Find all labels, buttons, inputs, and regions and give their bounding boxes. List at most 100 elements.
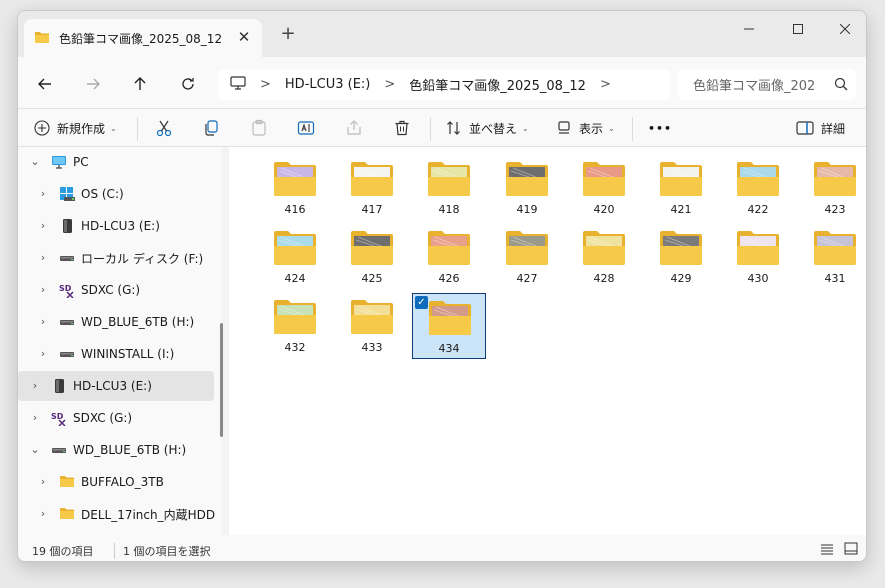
tab-close-icon[interactable]: ✕ (236, 29, 252, 45)
folder-thumbnail-icon (506, 162, 548, 196)
minimize-button[interactable] (726, 15, 772, 43)
sidebar-item-hd-lcu3[interactable]: › HD-LCU3 (E:) (18, 211, 214, 241)
up-arrow-icon (134, 77, 146, 90)
chevron-down-icon[interactable]: ⌄ (30, 444, 40, 455)
folder-item[interactable]: 428 (567, 224, 641, 290)
folder-thumbnail-icon (351, 300, 393, 334)
folder-item[interactable]: 427 (490, 224, 564, 290)
rename-icon (297, 121, 315, 135)
folder-name: 422 (747, 203, 769, 216)
folder-item[interactable]: 420 (567, 155, 641, 221)
chevron-right-icon[interactable]: › (38, 508, 48, 519)
drive-icon (51, 442, 67, 458)
more-options-icon: ••• (648, 121, 673, 135)
search-box[interactable]: 色鉛筆コマ画像_202 (678, 69, 856, 100)
rename-button[interactable] (297, 113, 315, 143)
copy-button[interactable] (202, 113, 220, 143)
folder-name: 427 (516, 272, 538, 285)
folder-thumbnail-icon (274, 300, 316, 334)
folder-name: 417 (361, 203, 383, 216)
delete-button[interactable] (393, 113, 411, 143)
chevron-right-icon[interactable]: › (38, 316, 48, 327)
selection-checkbox[interactable]: ✓ (415, 296, 428, 309)
sidebar-scrollbar[interactable] (220, 323, 223, 437)
selection-count: 1 個の項目を選択 (114, 543, 211, 559)
breadcrumb-folder[interactable]: 色鉛筆コマ画像_2025_08_12 (409, 75, 586, 94)
chevron-right-icon[interactable]: › (38, 284, 48, 295)
sidebar-item-os-c[interactable]: › OS (C:) (18, 179, 214, 209)
sort-arrows-icon (447, 121, 460, 135)
list-view-icon (821, 544, 833, 555)
breadcrumb-drive[interactable]: HD-LCU3 (E:) (285, 77, 370, 92)
folder-item[interactable]: 421 (644, 155, 718, 221)
more-options-button[interactable]: ••• (648, 113, 672, 143)
tab-current-folder[interactable]: 色鉛筆コマ画像_2025_08_12 ✕ (24, 19, 262, 57)
sort-button[interactable]: 並べ替え ⌄ (446, 113, 529, 143)
folder-item[interactable]: 417 (335, 155, 409, 221)
view-icon (558, 121, 570, 134)
sidebar-item-sdxc-root[interactable]: › SD SDXC (G:) (18, 403, 214, 433)
folder-item[interactable]: 431 (798, 224, 866, 290)
folder-item[interactable]: 429 (644, 224, 718, 290)
folder-thumbnail-icon (428, 231, 470, 265)
folder-item[interactable]: 418 (412, 155, 486, 221)
chevron-right-icon[interactable]: › (38, 220, 48, 231)
refresh-button[interactable] (173, 69, 203, 99)
sidebar-item-hd-lcu3-root[interactable]: › HD-LCU3 (E:) (18, 371, 214, 401)
details-view-button[interactable] (820, 543, 834, 558)
paste-button[interactable] (250, 113, 268, 143)
breadcrumb-separator[interactable]: > (260, 77, 271, 92)
chevron-right-icon[interactable]: › (30, 380, 40, 391)
folder-item[interactable]: 433 (335, 293, 409, 359)
view-button[interactable]: 表示 ⌄ (556, 113, 615, 143)
chevron-right-icon[interactable]: › (38, 188, 48, 199)
sidebar-item-wininstall[interactable]: › WININSTALL (I:) (18, 339, 214, 369)
new-button[interactable]: 新規作成 ⌄ (34, 113, 117, 143)
sidebar-item-buffalo[interactable]: › BUFFALO_3TB (18, 467, 214, 497)
forward-button[interactable] (78, 69, 108, 99)
folder-name: 420 (593, 203, 615, 216)
chevron-right-icon[interactable]: › (38, 252, 48, 263)
folder-item[interactable]: 430 (721, 224, 795, 290)
folder-item[interactable]: 423 (798, 155, 866, 221)
back-arrow-icon (38, 78, 51, 90)
maximize-button[interactable] (775, 15, 821, 43)
chevron-right-icon[interactable]: › (30, 412, 40, 423)
folder-name: 434 (438, 342, 460, 355)
folder-item[interactable]: 416 (258, 155, 332, 221)
close-window-button[interactable] (822, 15, 866, 43)
forward-arrow-icon (87, 78, 100, 90)
sidebar-item-local-disk-f[interactable]: › ローカル ディスク (F:) (18, 243, 214, 273)
folder-name: 432 (284, 341, 306, 354)
sidebar-item-label: SDXC (G:) (81, 283, 141, 297)
breadcrumb-separator[interactable]: > (384, 77, 395, 92)
folder-item[interactable]: 419 (490, 155, 564, 221)
up-button[interactable] (125, 69, 155, 99)
chevron-right-icon[interactable]: › (38, 348, 48, 359)
sidebar-item-pc[interactable]: ⌄ PC (18, 147, 214, 177)
sidebar-item-wd-blue-root[interactable]: ⌄ WD_BLUE_6TB (H:) (18, 435, 214, 465)
folder-item[interactable]: 422 (721, 155, 795, 221)
chevron-down-icon[interactable]: ⌄ (30, 156, 40, 167)
folder-name: 430 (747, 272, 769, 285)
clipboard-icon (252, 119, 266, 136)
folder-item[interactable]: 424 (258, 224, 332, 290)
folder-item[interactable]: 425 (335, 224, 409, 290)
folder-thumbnail-icon (351, 162, 393, 196)
chevron-right-icon[interactable]: › (38, 476, 48, 487)
new-tab-button[interactable]: + (276, 23, 300, 47)
sidebar-item-wd-blue[interactable]: › WD_BLUE_6TB (H:) (18, 307, 214, 337)
share-button[interactable] (345, 113, 363, 143)
sidebar-item-dell[interactable]: › DELL_17inch_内蔵HDD (18, 499, 215, 529)
sidebar-item-label: ローカル ディスク (F:) (81, 251, 204, 266)
folder-item[interactable]: ✓ 434 (412, 293, 486, 359)
breadcrumb-separator[interactable]: > (600, 77, 611, 92)
address-bar[interactable]: > HD-LCU3 (E:) > 色鉛筆コマ画像_2025_08_12 > (218, 69, 670, 100)
sidebar-item-sdxc[interactable]: › SD SDXC (G:) (18, 275, 214, 305)
cut-button[interactable] (155, 113, 173, 143)
folder-item[interactable]: 432 (258, 293, 332, 359)
details-pane-button[interactable]: 詳細 (796, 113, 845, 143)
folder-item[interactable]: 426 (412, 224, 486, 290)
tiles-view-button[interactable] (844, 542, 858, 558)
back-button[interactable] (30, 69, 60, 99)
